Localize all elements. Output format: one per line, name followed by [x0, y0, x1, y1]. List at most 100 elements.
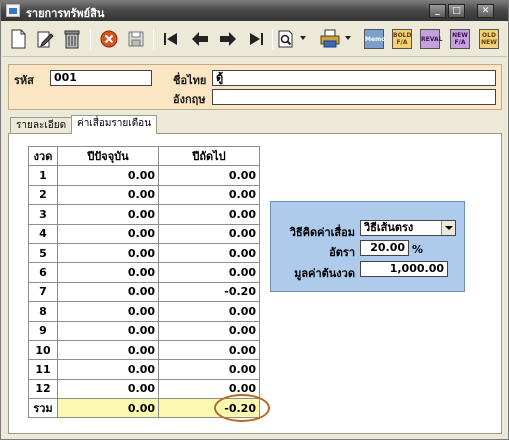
next-record-icon[interactable] [216, 27, 240, 51]
next-year-cell[interactable]: 0.00 [158, 359, 260, 380]
start-value-input[interactable]: 1,000.00 [360, 261, 448, 277]
table-row: 6 0.00 0.00 [28, 262, 260, 283]
period-cell: 6 [28, 262, 58, 283]
trash-icon[interactable] [60, 27, 84, 51]
table-row: 12 0.00 0.00 [28, 378, 260, 400]
code-field[interactable]: 001 [50, 70, 152, 86]
current-year-cell[interactable]: 0.00 [57, 165, 159, 186]
next-year-cell[interactable]: 0.00 [158, 242, 260, 264]
total-current-year: 0.00 [57, 398, 159, 419]
current-year-cell[interactable]: 0.00 [57, 281, 159, 303]
period-cell: 7 [28, 281, 58, 303]
grid-body: 1 0.00 0.00 2 0.00 0.00 3 0.00 0.00 4 0.00 0.00 5 0.0… [28, 165, 260, 400]
asset-window: รายการทรัพย์สิน _ □ ✕ Memo BOLD F/A REVA… [0, 0, 509, 440]
new-fa-icon[interactable]: NEW F/A [448, 27, 472, 51]
toolbar-separator [90, 29, 91, 49]
current-year-cell[interactable]: 0.00 [57, 204, 159, 225]
current-year-cell[interactable]: 0.00 [57, 378, 159, 400]
next-year-cell[interactable]: 0.00 [158, 204, 260, 225]
reval-icon[interactable]: REVAL [418, 27, 442, 51]
next-year-cell[interactable]: 0.00 [158, 301, 260, 322]
current-year-cell[interactable]: 0.00 [57, 184, 159, 206]
period-cell: 4 [28, 223, 58, 244]
next-year-cell[interactable]: 0.00 [158, 378, 260, 400]
close-button[interactable]: ✕ [477, 4, 494, 18]
current-year-cell[interactable]: 0.00 [57, 359, 159, 380]
method-select-value: วิธีเส้นตรง [364, 221, 414, 234]
old-new-icon[interactable]: OLD NEW [477, 27, 501, 51]
memo-icon[interactable]: Memo [362, 27, 386, 51]
period-cell: 1 [28, 165, 58, 186]
table-row: 2 0.00 0.00 [28, 184, 260, 206]
period-cell: 9 [28, 320, 58, 341]
rate-label: อัตรา [329, 246, 355, 259]
total-row: รวม 0.00 -0.20 [28, 398, 260, 419]
table-row: 10 0.00 0.00 [28, 339, 260, 361]
bold-label-top: BOLD [393, 32, 412, 39]
first-record-icon[interactable] [159, 27, 183, 51]
period-cell: 5 [28, 242, 58, 264]
period-cell: 3 [28, 204, 58, 225]
print-icon[interactable] [318, 27, 342, 51]
next-year-cell[interactable]: -0.20 [158, 281, 260, 303]
next-year-cell[interactable]: 0.00 [158, 262, 260, 283]
english-name-field[interactable] [212, 89, 496, 105]
next-year-cell[interactable]: 0.00 [158, 339, 260, 361]
table-row: 5 0.00 0.00 [28, 242, 260, 264]
rate-input[interactable]: 20.00 [360, 240, 409, 256]
maximize-button[interactable]: □ [448, 4, 465, 18]
tab-monthly-depreciation[interactable]: ค่าเสื่อมรายเดือน [71, 115, 158, 134]
search-dropdown-caret[interactable] [300, 36, 306, 40]
column-header-next-year: ปีถัดไป [158, 145, 260, 167]
current-year-cell[interactable]: 0.00 [57, 301, 159, 322]
last-record-icon[interactable] [244, 27, 268, 51]
period-cell: 12 [28, 378, 58, 400]
bold-fa-icon[interactable]: BOLD F/A [390, 27, 414, 51]
start-value-label: มูลค่าต้นงวด [294, 267, 355, 280]
total-next-year: -0.20 [158, 398, 260, 419]
new-fa-label-top: NEW [452, 32, 468, 39]
toolbar-separator [153, 29, 154, 49]
method-select[interactable]: วิธีเส้นตรง [360, 220, 456, 236]
column-header-period: งวด [28, 145, 58, 167]
period-cell: 11 [28, 359, 58, 380]
save-icon[interactable] [124, 27, 148, 51]
next-year-cell[interactable]: 0.00 [158, 165, 260, 186]
toolbar: Memo BOLD F/A REVAL NEW F/A OLD NEW [2, 21, 507, 57]
table-row: 3 0.00 0.00 [28, 204, 260, 225]
tab-details[interactable]: รายละเอียด [10, 117, 73, 134]
thai-name-label: ชื่อไทย [173, 74, 207, 87]
next-year-cell[interactable]: 0.00 [158, 184, 260, 206]
table-row: 9 0.00 0.00 [28, 320, 260, 341]
method-label: วิธีคิดค่าเสื่อม [289, 226, 355, 239]
table-row: 4 0.00 0.00 [28, 223, 260, 244]
new-doc-icon[interactable] [6, 27, 30, 51]
current-year-cell[interactable]: 0.00 [57, 242, 159, 264]
memo-label: Memo [364, 29, 385, 49]
cancel-icon[interactable] [97, 27, 121, 51]
toolbar-separator [272, 29, 273, 49]
column-header-current-year: ปีปัจจุบัน [57, 145, 159, 167]
edit-icon[interactable] [33, 27, 57, 51]
thai-name-field[interactable]: ตู้ [212, 70, 496, 86]
current-year-cell[interactable]: 0.00 [57, 320, 159, 341]
current-year-cell[interactable]: 0.00 [57, 223, 159, 244]
period-cell: 10 [28, 339, 58, 361]
title-bar: รายการทรัพย์สิน _ □ ✕ [1, 1, 508, 21]
minimize-button[interactable]: _ [429, 4, 446, 18]
prev-record-icon[interactable] [188, 27, 212, 51]
reval-label: REVAL [421, 35, 443, 43]
table-row: 7 0.00 -0.20 [28, 281, 260, 303]
current-year-cell[interactable]: 0.00 [57, 262, 159, 283]
new-fa-label-bottom: F/A [454, 39, 466, 46]
print-dropdown-caret[interactable] [345, 36, 351, 40]
chevron-down-icon[interactable] [441, 221, 455, 235]
rate-unit: % [412, 243, 424, 256]
code-label: รหัส [14, 74, 34, 87]
current-year-cell[interactable]: 0.00 [57, 339, 159, 361]
old-new-label-bottom: NEW [481, 39, 497, 46]
next-year-cell[interactable]: 0.00 [158, 223, 260, 244]
search-icon[interactable] [274, 27, 298, 51]
next-year-cell[interactable]: 0.00 [158, 320, 260, 341]
table-row: 11 0.00 0.00 [28, 359, 260, 380]
